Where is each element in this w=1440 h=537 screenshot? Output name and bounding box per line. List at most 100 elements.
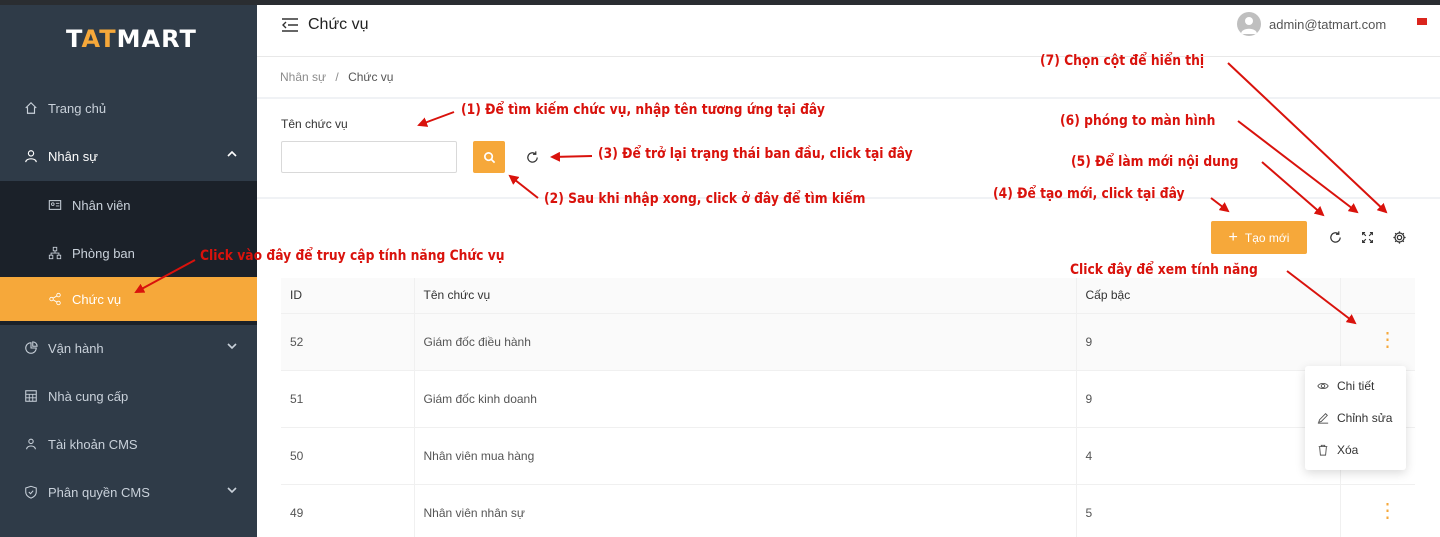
breadcrumb-bar: Nhân sự / Chức vụ xyxy=(257,57,1440,97)
annotation-4: (4) Để tạo mới, click tại đây xyxy=(993,186,1185,202)
reset-button[interactable] xyxy=(523,148,541,166)
annotation-8: Click vào đây để truy cập tính năng Chức… xyxy=(200,248,505,264)
home-icon xyxy=(24,101,38,115)
cell-id: 52 xyxy=(281,313,415,371)
reload-icon xyxy=(1329,230,1341,243)
create-button[interactable]: + Tạo mới xyxy=(1211,221,1307,254)
team-icon xyxy=(24,437,38,451)
sidebar-item-label: Phân quyền CMS xyxy=(48,484,150,500)
more-actions-icon[interactable]: ⋮ xyxy=(1378,501,1398,521)
sidebar-item-label: Tài khoản CMS xyxy=(48,436,138,452)
column-header-level[interactable]: Cấp bậc xyxy=(1076,278,1341,314)
id-card-icon xyxy=(48,198,62,212)
top-header: Chức vụ admin@tatmart.com xyxy=(257,5,1440,57)
menu-item-label: Chỉnh sửa xyxy=(1337,411,1393,425)
sidebar-item-label: Nhân sự xyxy=(48,148,98,164)
sidebar-item-nha-cung-cap[interactable]: Nhà cung cấp xyxy=(0,372,257,420)
search-icon xyxy=(483,151,495,163)
sidebar-item-label: Nhà cung cấp xyxy=(48,388,129,404)
row-actions-dropdown: Chi tiết Chỉnh sửa Xóa xyxy=(1305,366,1406,470)
sidebar: TATMART Trang chủ Nhân sự Nhân viên Phòn… xyxy=(0,5,257,537)
annotation-2: (2) Sau khi nhập xong, click ở đây để tì… xyxy=(544,191,866,207)
sidebar-item-chuc-vu[interactable]: Chức vụ xyxy=(0,277,257,321)
cell-id: 49 xyxy=(281,484,415,537)
share-icon xyxy=(48,292,62,306)
fullscreen-button[interactable] xyxy=(1359,229,1375,245)
breadcrumb: Nhân sự / Chức vụ xyxy=(280,70,393,84)
chevron-down-icon xyxy=(227,343,237,350)
sidebar-item-van-hanh[interactable]: Vận hành xyxy=(0,324,257,372)
table-header-row: ID Tên chức vụ Cấp bậc xyxy=(281,278,1415,314)
menu-item-label: Chi tiết xyxy=(1337,379,1375,393)
sidebar-item-phan-quyen-cms[interactable]: Phân quyền CMS xyxy=(0,468,257,516)
positions-table: ID Tên chức vụ Cấp bậc 52 Giám đốc điều … xyxy=(281,278,1415,537)
sidebar-item-nhan-vien[interactable]: Nhân viên xyxy=(0,181,257,229)
language-flag-icon[interactable] xyxy=(1417,18,1427,25)
sidebar-item-label: Nhân viên xyxy=(72,197,131,213)
avatar[interactable] xyxy=(1237,12,1261,36)
plus-icon: + xyxy=(1228,228,1238,246)
annotation-7: (7) Chọn cột để hiển thị xyxy=(1040,53,1205,69)
annotation-6: (6) phóng to màn hình xyxy=(1060,113,1216,129)
refresh-button[interactable] xyxy=(1327,229,1343,245)
cell-actions: ⋮ xyxy=(1340,484,1415,537)
edit-icon xyxy=(1317,413,1329,424)
tatmart-logo[interactable]: TATMART xyxy=(66,25,197,53)
sidebar-item-home[interactable]: Trang chủ xyxy=(0,84,257,132)
filter-label: Tên chức vụ xyxy=(281,117,348,131)
cell-level: 9 xyxy=(1076,370,1341,428)
table-row[interactable]: 50 Nhân viên mua hàng 4 xyxy=(281,427,1415,485)
sidebar-item-tai-khoan-cms[interactable]: Tài khoản CMS xyxy=(0,420,257,468)
cell-name: Nhân viên nhân sự xyxy=(414,484,1077,537)
column-header-name[interactable]: Tên chức vụ xyxy=(414,278,1077,314)
menu-item-delete[interactable]: Xóa xyxy=(1317,441,1358,459)
column-header-id[interactable]: ID xyxy=(281,278,415,314)
search-button[interactable] xyxy=(473,141,505,173)
cell-actions: ⋮ xyxy=(1340,313,1415,371)
fullscreen-icon xyxy=(1361,231,1373,243)
menu-item-detail[interactable]: Chi tiết xyxy=(1317,377,1374,395)
cell-id: 51 xyxy=(281,370,415,428)
cluster-icon xyxy=(48,246,62,260)
chevron-up-icon xyxy=(227,150,237,157)
annotation-5: (5) Để làm mới nội dung xyxy=(1071,154,1239,170)
breadcrumb-current: Chức vụ xyxy=(348,70,394,84)
menu-item-label: Xóa xyxy=(1337,443,1359,457)
sidebar-item-nhan-su[interactable]: Nhân sự xyxy=(0,132,257,180)
cell-id: 50 xyxy=(281,427,415,485)
user-email[interactable]: admin@tatmart.com xyxy=(1269,17,1386,32)
cell-name: Nhân viên mua hàng xyxy=(414,427,1077,485)
annotation-9: Click đây để xem tính năng xyxy=(1070,262,1258,278)
column-header-actions xyxy=(1340,278,1415,314)
table-row[interactable]: 49 Nhân viên nhân sự 5 ⋮ xyxy=(281,484,1415,537)
breadcrumb-parent[interactable]: Nhân sự xyxy=(280,70,326,84)
sidebar-item-label: Vận hành xyxy=(48,340,104,356)
cell-level: 9 xyxy=(1076,313,1341,371)
chevron-down-icon xyxy=(227,487,237,494)
pie-chart-icon xyxy=(24,341,38,355)
position-name-input[interactable] xyxy=(281,141,457,173)
column-settings-button[interactable] xyxy=(1391,229,1407,245)
sidebar-item-label: Trang chủ xyxy=(48,100,107,116)
menu-item-edit[interactable]: Chỉnh sửa xyxy=(1317,409,1392,427)
cell-name: Giám đốc điều hành xyxy=(414,313,1077,371)
sidebar-item-label: Chức vụ xyxy=(72,291,122,307)
safety-icon xyxy=(24,485,38,499)
building-icon xyxy=(24,389,38,403)
menu-fold-icon[interactable] xyxy=(281,16,299,34)
user-icon xyxy=(24,149,38,163)
annotation-3: (3) Để trở lại trạng thái ban đầu, click… xyxy=(598,146,913,162)
more-actions-icon[interactable]: ⋮ xyxy=(1378,330,1398,350)
gear-icon xyxy=(1392,230,1406,244)
breadcrumb-separator: / xyxy=(335,70,339,84)
cell-level: 4 xyxy=(1076,427,1341,485)
page-title: Chức vụ xyxy=(308,16,369,33)
delete-icon xyxy=(1318,444,1328,456)
eye-icon xyxy=(1317,382,1329,390)
table-row[interactable]: 52 Giám đốc điều hành 9 ⋮ xyxy=(281,313,1415,371)
table-row[interactable]: 51 Giám đốc kinh doanh 9 xyxy=(281,370,1415,428)
create-button-label: Tạo mới xyxy=(1244,230,1290,245)
reload-icon xyxy=(526,150,538,163)
annotation-1: (1) Để tìm kiếm chức vụ, nhập tên tương … xyxy=(461,102,825,118)
cell-level: 5 xyxy=(1076,484,1341,537)
